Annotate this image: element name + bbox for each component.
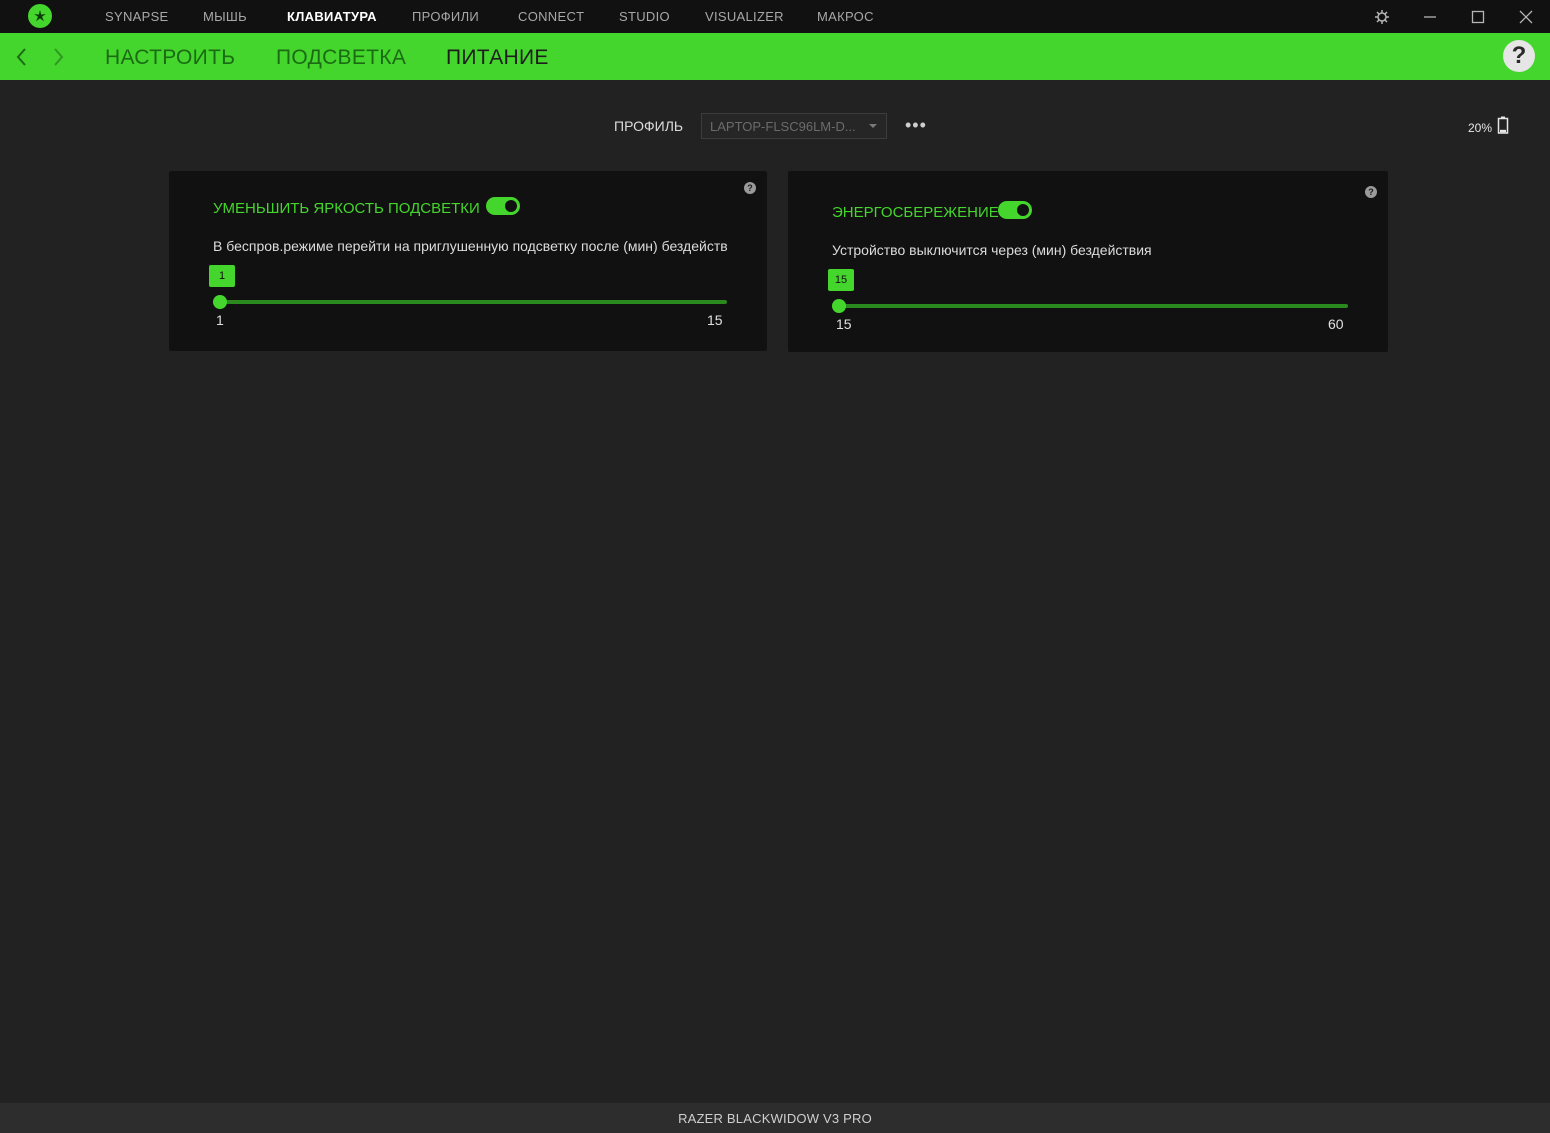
- tab-lighting[interactable]: ПОДСВЕТКА: [276, 46, 406, 70]
- power-saving-slider-value: 15: [828, 269, 854, 291]
- title-bar: SYNAPSE МЫШЬ КЛАВИАТУРА ПРОФИЛИ CONNECT …: [0, 0, 1550, 33]
- more-options-icon[interactable]: •••: [905, 116, 927, 134]
- nav-macro[interactable]: МАКРОС: [817, 9, 874, 24]
- chevron-down-icon: [869, 124, 877, 128]
- dim-lighting-toggle[interactable]: [486, 197, 520, 215]
- dim-lighting-slider-track[interactable]: [213, 300, 727, 304]
- power-saving-title: ЭНЕРГОСБЕРЕЖЕНИЕ: [832, 204, 999, 221]
- dim-lighting-slider-max: 15: [707, 312, 723, 328]
- dim-lighting-slider-min: 1: [216, 312, 224, 328]
- power-saving-card: ЭНЕРГОСБЕРЕЖЕНИЕ ? Устройство выключится…: [788, 171, 1388, 352]
- power-saving-toggle[interactable]: [998, 201, 1032, 219]
- nav-profiles[interactable]: ПРОФИЛИ: [412, 9, 479, 24]
- minimize-icon[interactable]: [1420, 7, 1440, 27]
- toggle-knob: [505, 200, 517, 212]
- profile-dropdown[interactable]: LAPTOP-FLSC96LM-D...: [701, 113, 887, 139]
- dim-lighting-description: В беспров.режиме перейти на приглушенную…: [213, 238, 727, 254]
- nav-synapse[interactable]: SYNAPSE: [105, 9, 169, 24]
- dim-lighting-help-icon[interactable]: ?: [744, 182, 756, 194]
- power-saving-help-icon[interactable]: ?: [1365, 186, 1377, 198]
- tab-customize[interactable]: НАСТРОИТЬ: [105, 46, 235, 70]
- settings-gear-icon[interactable]: [1372, 7, 1392, 27]
- dim-lighting-title: УМЕНЬШИТЬ ЯРКОСТЬ ПОДСВЕТКИ: [213, 200, 480, 217]
- battery-icon: [1497, 116, 1509, 139]
- razer-logo-icon[interactable]: [28, 4, 52, 28]
- dim-lighting-slider-value: 1: [209, 265, 235, 287]
- dim-lighting-card: УМЕНЬШИТЬ ЯРКОСТЬ ПОДСВЕТКИ ? В беспров.…: [169, 171, 767, 351]
- power-saving-slider-thumb[interactable]: [832, 299, 846, 313]
- tab-power[interactable]: ПИТАНИЕ: [446, 46, 549, 70]
- profile-dropdown-value: LAPTOP-FLSC96LM-D...: [710, 119, 856, 134]
- back-arrow-icon[interactable]: [12, 46, 32, 68]
- footer-bar: RAZER BLACKWIDOW V3 PRO: [0, 1103, 1550, 1133]
- power-saving-slider-max: 60: [1328, 316, 1344, 332]
- dim-lighting-slider-thumb[interactable]: [213, 295, 227, 309]
- profile-label: ПРОФИЛЬ: [614, 118, 684, 134]
- power-saving-description: Устройство выключится через (мин) бездей…: [832, 242, 1152, 258]
- nav-keyboard[interactable]: КЛАВИАТУРА: [287, 9, 377, 24]
- power-saving-slider-track[interactable]: [832, 304, 1348, 308]
- device-name: RAZER BLACKWIDOW V3 PRO: [678, 1111, 872, 1126]
- close-icon[interactable]: [1516, 7, 1536, 27]
- nav-studio[interactable]: STUDIO: [619, 9, 670, 24]
- power-saving-slider-min: 15: [836, 316, 852, 332]
- toggle-knob: [1017, 204, 1029, 216]
- nav-mouse[interactable]: МЫШЬ: [203, 9, 247, 24]
- battery-percent: 20%: [1468, 121, 1493, 135]
- maximize-icon[interactable]: [1468, 7, 1488, 27]
- help-icon[interactable]: ?: [1503, 40, 1535, 72]
- nav-connect[interactable]: CONNECT: [518, 9, 584, 24]
- sub-navigation-bar: НАСТРОИТЬ ПОДСВЕТКА ПИТАНИЕ: [0, 33, 1550, 80]
- nav-visualizer[interactable]: VISUALIZER: [705, 9, 784, 24]
- forward-arrow-icon[interactable]: [48, 46, 68, 68]
